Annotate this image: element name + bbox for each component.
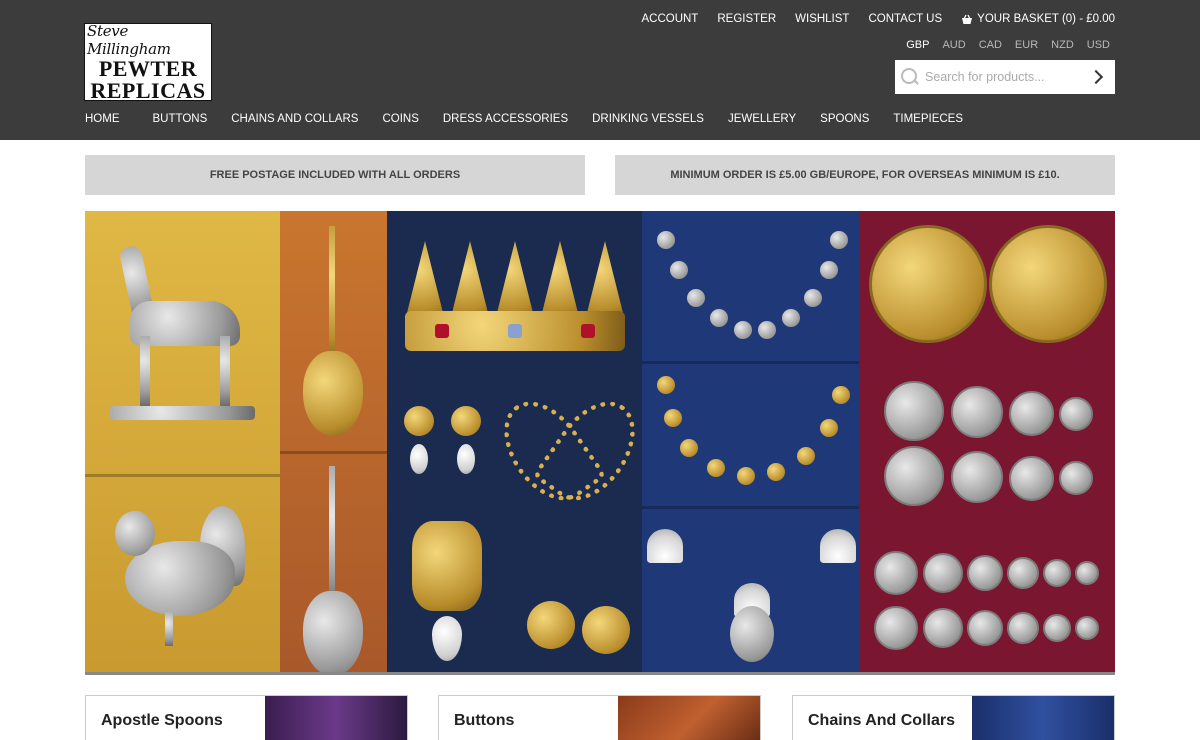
hero-panel-spoons — [280, 211, 387, 672]
shell-image — [820, 529, 856, 563]
site-header: Steve Millingham PEWTER REPLICAS ACCOUNT… — [0, 0, 1200, 140]
nav-item-timepieces[interactable]: TIMEPIECES — [893, 113, 963, 125]
top-links: ACCOUNT REGISTER WISHLIST CONTACT US YOU… — [641, 13, 1115, 25]
rosette-image — [527, 601, 575, 649]
coin-image — [1043, 614, 1071, 642]
chevron-right-icon[interactable] — [1083, 60, 1113, 94]
currency-option-nzd[interactable]: NZD — [1051, 39, 1074, 51]
pendant-image — [412, 521, 482, 671]
currency-switcher: GBP AUD CAD EUR NZD USD — [906, 39, 1110, 51]
contact-link[interactable]: CONTACT US — [868, 13, 942, 25]
medal-image — [730, 606, 774, 662]
basket-icon — [962, 14, 973, 24]
coin-image — [951, 451, 1003, 503]
currency-option-usd[interactable]: USD — [1087, 39, 1110, 51]
coin-image — [967, 610, 1003, 646]
currency-option-gbp[interactable]: GBP — [906, 39, 929, 51]
crown-image — [405, 241, 625, 351]
category-title: Apostle Spoons — [101, 712, 223, 729]
coin-image — [1043, 559, 1071, 587]
nav-item-home[interactable]: HOME — [85, 113, 120, 125]
category-thumbnail — [265, 696, 407, 740]
free-postage-banner: FREE POSTAGE INCLUDED WITH ALL ORDERS — [85, 155, 585, 195]
earring-image — [449, 406, 483, 481]
coin-image — [884, 381, 944, 441]
currency-option-eur[interactable]: EUR — [1015, 39, 1038, 51]
hero-panel-coins — [859, 211, 1115, 672]
hero-banner[interactable] — [85, 211, 1115, 675]
category-thumbnail — [972, 696, 1114, 740]
site-logo[interactable]: Steve Millingham PEWTER REPLICAS — [84, 22, 212, 103]
currency-option-aud[interactable]: AUD — [942, 39, 965, 51]
spoon-image — [298, 226, 368, 441]
category-card-chains-and-collars[interactable]: Chains And Collars — [792, 695, 1115, 740]
logo-line-1: Steve Millingham — [87, 22, 171, 58]
search-icon — [895, 60, 925, 94]
hound-badge-image — [110, 241, 255, 421]
coin-image — [1075, 561, 1099, 585]
nav-item-coins[interactable]: COINS — [382, 113, 418, 125]
coin-image — [1007, 612, 1039, 644]
nav-item-buttons[interactable]: BUTTONS — [153, 113, 208, 125]
hero-panel-chains — [642, 211, 859, 672]
nav-item-dress-accessories[interactable]: DRESS ACCESSORIES — [443, 113, 568, 125]
nav-item-chains-and-collars[interactable]: CHAINS AND COLLARS — [231, 113, 358, 125]
basket-label: YOUR BASKET (0) - £0.00 — [977, 13, 1115, 25]
gold-coin-image — [869, 225, 987, 343]
account-link[interactable]: ACCOUNT — [641, 13, 698, 25]
rooster-badge-image — [115, 501, 255, 651]
category-title: Chains And Collars — [808, 712, 955, 729]
coin-image — [923, 553, 963, 593]
gold-collar-image — [652, 371, 850, 511]
wishlist-link[interactable]: WISHLIST — [795, 13, 849, 25]
nav-item-jewellery[interactable]: JEWELLERY — [728, 113, 796, 125]
main-nav: HOME BUTTONS CHAINS AND COLLARS COINS DRESS … — [85, 113, 987, 125]
coin-image — [1059, 461, 1093, 495]
earring-image — [402, 406, 436, 481]
heart-necklace-image — [486, 385, 642, 546]
nav-item-drinking-vessels[interactable]: DRINKING VESSELS — [592, 113, 704, 125]
search-input[interactable] — [925, 70, 1083, 84]
logo-line-3: REPLICAS — [90, 78, 206, 103]
nav-item-spoons[interactable]: SPOONS — [820, 113, 869, 125]
hero-panel-badges — [85, 211, 280, 672]
coin-image — [951, 386, 1003, 438]
rosette-image — [582, 606, 630, 654]
coin-image — [1059, 397, 1093, 431]
coin-image — [874, 551, 918, 595]
coin-image — [874, 606, 918, 650]
category-title: Buttons — [454, 712, 515, 729]
logo-line-2: PEWTER — [98, 56, 198, 81]
register-link[interactable]: REGISTER — [717, 13, 776, 25]
coin-image — [1007, 557, 1039, 589]
coin-image — [1009, 456, 1054, 501]
gold-coin-image — [989, 225, 1107, 343]
chain-collar-image — [652, 221, 848, 361]
coin-image — [923, 608, 963, 648]
shell-image — [647, 529, 683, 563]
spoon-image — [298, 466, 368, 672]
category-card-apostle-spoons[interactable]: Apostle Spoons — [85, 695, 408, 740]
coin-image — [1075, 616, 1099, 640]
currency-option-cad[interactable]: CAD — [979, 39, 1002, 51]
basket-link[interactable]: YOUR BASKET (0) - £0.00 — [961, 13, 1115, 25]
category-card-buttons[interactable]: Buttons — [438, 695, 761, 740]
coin-image — [967, 555, 1003, 591]
hero-panel-jewellery — [387, 211, 642, 672]
search-box — [895, 60, 1115, 94]
coin-image — [884, 446, 944, 506]
coin-image — [1009, 391, 1054, 436]
minimum-order-banner: MINIMUM ORDER IS £5.00 GB/EUROPE, FOR OV… — [615, 155, 1115, 195]
category-thumbnail — [618, 696, 760, 740]
